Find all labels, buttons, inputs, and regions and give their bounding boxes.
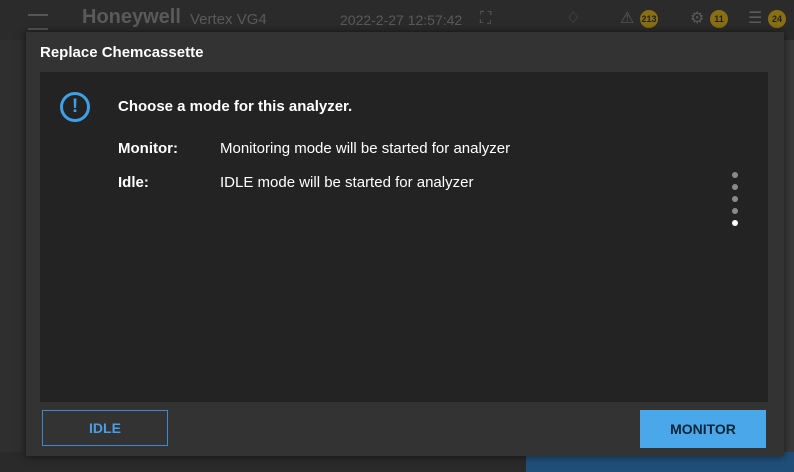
dialog-body: ! Choose a mode for this analyzer. Monit… [40,72,768,402]
dialog-title: Replace Chemcassette [40,44,204,61]
page-dot [732,208,738,214]
maintenance-count-badge: 11 [710,10,728,28]
monitor-label: Monitor: [118,140,178,157]
idle-label: Idle: [118,174,149,191]
page-dot [732,184,738,190]
page-dot [732,196,738,202]
monitor-button[interactable]: MONITOR [640,410,766,448]
page-dots-icon [732,172,740,232]
info-circle-icon: ! [60,92,90,122]
idle-description: IDLE mode will be started for analyzer [220,174,474,191]
datetime-label: 2022-2-27 12:57:42 [340,12,463,28]
fault-icon: ⚠ [620,10,635,27]
page-dot-active [732,220,738,226]
dialog-prompt: Choose a mode for this analyzer. [118,98,353,115]
list-count-badge: 24 [768,10,786,28]
monitor-description: Monitoring mode will be started for anal… [220,140,511,157]
menu-icon [28,14,48,30]
brand-logo: Honeywell [82,6,181,28]
network-icon: ⛶ [480,10,492,27]
idle-button[interactable]: IDLE [42,410,168,446]
maintenance-icon: ⚙ [690,10,705,27]
device-model: Vertex VG4 [190,11,267,28]
fault-count-badge: 213 [640,10,658,28]
list-icon: ☰ [748,10,763,27]
page-dot [732,172,738,178]
replace-chemcassette-dialog: Replace Chemcassette ! Choose a mode for… [26,32,784,456]
bell-icon: ♢ [566,10,581,27]
